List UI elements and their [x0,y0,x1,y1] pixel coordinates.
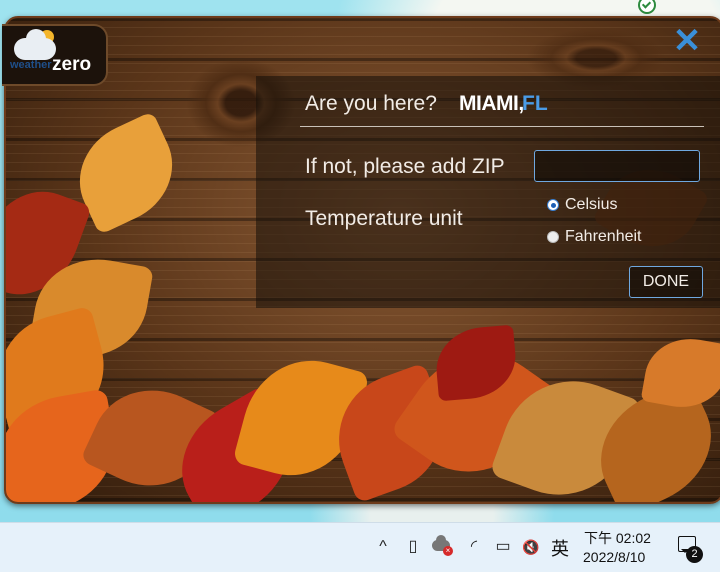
volume-muted-icon[interactable]: 🔇 [520,537,542,557]
show-hidden-icons-chevron-icon[interactable]: ^ [374,537,392,557]
detected-city: MIAMI, [459,92,524,115]
zip-input[interactable] [534,150,700,182]
weather-zero-logo: weather zero [2,24,108,86]
check-icon [638,0,656,14]
section-divider [300,126,704,127]
location-question: Are you here? [305,92,437,115]
fahrenheit-radio[interactable] [547,231,559,243]
celsius-label: Celsius [565,196,618,213]
fahrenheit-option[interactable]: Fahrenheit [547,228,642,246]
logo-text-zero: zero [52,54,92,75]
temperature-unit-label: Temperature unit [305,207,463,230]
logo-text-weather: weather [10,59,52,71]
ime-language-indicator[interactable]: 英 [551,535,569,561]
wifi-icon[interactable]: ◜ [465,537,483,557]
leaf-pile-decoration [6,318,720,502]
meet-now-icon[interactable]: ▯ [404,537,422,557]
notification-count-badge: 2 [686,546,703,563]
taskbar: ^ ▯ × ◜ ▭ 🔇 英 下午 02:02 2022/8/10 2 [0,522,720,572]
celsius-radio[interactable] [547,199,559,211]
zip-label: If not, please add ZIP [305,155,505,178]
clock-time[interactable]: 下午 02:02 [584,528,651,548]
cloud-icon [14,29,56,60]
error-icon: × [443,546,453,556]
battery-icon[interactable]: ▭ [492,537,514,557]
clock-date[interactable]: 2022/8/10 [583,549,645,565]
celsius-option[interactable]: Celsius [547,196,617,214]
detected-state: FL [522,92,548,115]
weather-setup-window [4,16,720,504]
done-button[interactable]: DONE [629,266,703,298]
fahrenheit-label: Fahrenheit [565,228,642,245]
leaf-decoration [640,331,720,415]
close-icon[interactable]: ✕ [672,24,702,58]
